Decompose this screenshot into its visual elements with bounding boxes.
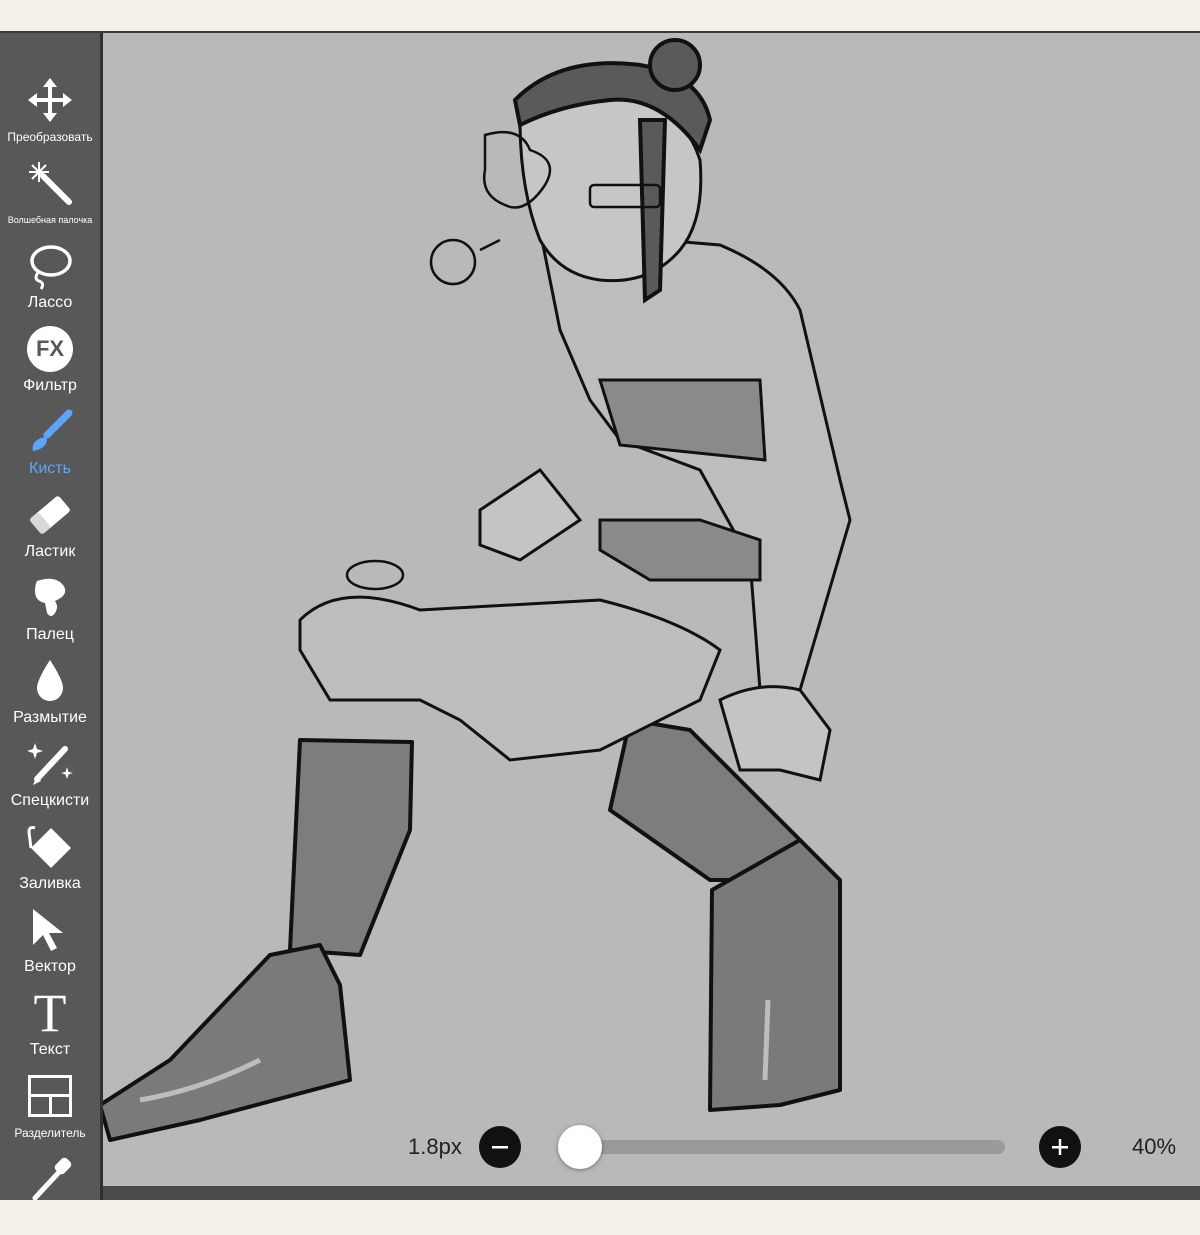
frame-divider-icon <box>23 1069 77 1123</box>
increase-size-button[interactable] <box>1039 1126 1081 1168</box>
decrease-size-button[interactable] <box>479 1126 521 1168</box>
fx-filter-icon: FX <box>23 322 77 376</box>
plus-icon <box>1052 1139 1068 1155</box>
tool-label: Вектор <box>24 958 76 975</box>
tool-eraser[interactable]: Ластик <box>0 488 100 571</box>
tool-smudge[interactable]: Палец <box>0 571 100 654</box>
tool-label: Лассо <box>27 294 73 311</box>
tool-label: Волшебная палочка <box>7 215 93 225</box>
tool-label: Заливка <box>19 875 81 892</box>
canvas-bottom-edge <box>103 1186 1200 1200</box>
brush-icon <box>23 405 77 459</box>
fx-glyph: FX <box>35 336 65 361</box>
tool-lasso[interactable]: Лассо <box>0 239 100 322</box>
move-icon <box>23 73 77 127</box>
tool-label: Спецкисти <box>10 792 90 809</box>
brush-size-slider[interactable] <box>558 1140 1005 1154</box>
tool-eyedropper[interactable] <box>0 1152 100 1235</box>
tool-blur[interactable]: Размытие <box>0 654 100 737</box>
tool-frame-divider[interactable]: Разделитель <box>0 1069 100 1152</box>
fill-bucket-icon <box>23 820 77 874</box>
eyedropper-icon <box>23 1152 77 1206</box>
blur-drop-icon <box>23 654 77 708</box>
drawing-canvas[interactable] <box>103 33 1200 1186</box>
text-icon: T <box>23 986 77 1040</box>
top-bar <box>0 0 1200 32</box>
tool-special-brush[interactable]: Спецкисти <box>0 737 100 820</box>
tool-transform[interactable]: Преобразовать <box>0 73 100 156</box>
tool-label: Преобразовать <box>7 130 93 144</box>
text-glyph: T <box>33 983 67 1043</box>
tool-label: Текст <box>29 1041 71 1058</box>
sketch-artwork <box>103 38 852 1142</box>
tool-magic-wand[interactable]: Волшебная палочка <box>0 156 100 239</box>
smudge-finger-icon <box>23 571 77 625</box>
tool-label: Ластик <box>24 543 76 560</box>
minus-icon <box>492 1146 508 1149</box>
magic-wand-icon <box>23 156 77 210</box>
eraser-icon <box>23 488 77 542</box>
tool-label: Разделитель <box>14 1126 86 1140</box>
tool-label: Размытие <box>13 709 87 726</box>
tool-label: Фильтр <box>23 377 77 394</box>
tool-vector[interactable]: Вектор <box>0 903 100 986</box>
tool-label: Палец <box>26 626 74 643</box>
opacity-value: 40% <box>1132 1134 1177 1159</box>
special-brush-icon <box>23 737 77 791</box>
lasso-icon <box>23 239 77 293</box>
tool-brush[interactable]: Кисть <box>0 405 100 488</box>
tool-text[interactable]: T Текст <box>0 986 100 1069</box>
tool-fill[interactable]: Заливка <box>0 820 100 903</box>
vector-cursor-icon <box>23 903 77 957</box>
brush-size-value: 1.8px <box>408 1134 462 1159</box>
tool-label: Кисть <box>29 460 71 477</box>
tool-sidebar: Преобразовать Волшебная палочка Лассо FX… <box>0 33 100 1201</box>
tool-filter[interactable]: FX Фильтр <box>0 322 100 405</box>
